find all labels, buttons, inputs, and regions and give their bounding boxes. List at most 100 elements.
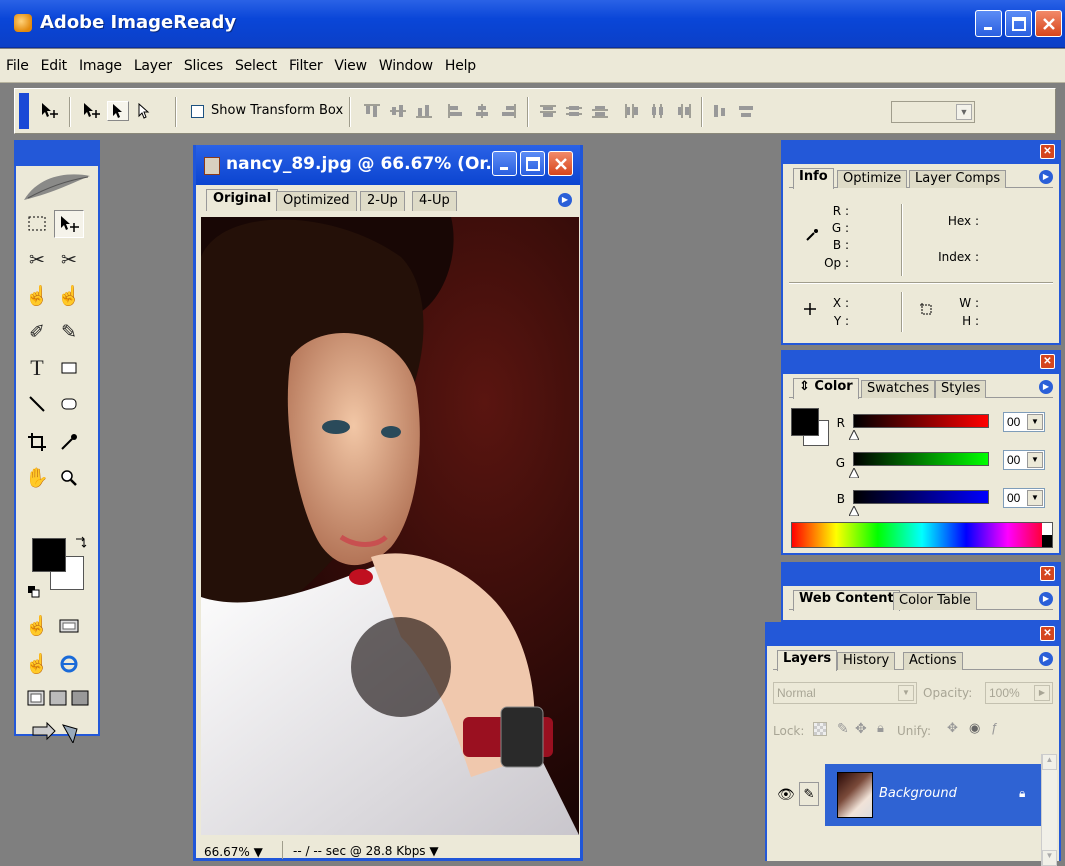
lock-transparency-icon[interactable] <box>813 722 827 736</box>
menu-select[interactable]: Select <box>235 58 277 74</box>
palette-menu-arrow-icon[interactable]: ▶ <box>1039 592 1053 606</box>
menu-window[interactable]: Window <box>379 58 433 74</box>
tab-2-up[interactable]: 2-Up <box>360 191 405 211</box>
document-title-bar[interactable]: nancy_89.jpg @ 66.67% (Or... <box>196 145 580 185</box>
tab-optimize[interactable]: Optimize <box>837 170 908 188</box>
brush-icon[interactable]: ✎ <box>54 318 84 346</box>
rectangle-marquee-icon[interactable] <box>22 210 52 238</box>
menu-image[interactable]: Image <box>79 58 122 74</box>
tab-info[interactable]: Info <box>793 168 834 189</box>
maximize-button[interactable] <box>1005 10 1032 37</box>
layers-scrollbar[interactable]: ▲ ▼ <box>1041 754 1057 866</box>
distribute-horizontal-center-icon[interactable] <box>649 103 667 119</box>
green-value-field[interactable]: 00 ▼ <box>1003 450 1045 470</box>
close-button[interactable] <box>1035 10 1062 37</box>
lock-all-icon[interactable]: 🔒︎ <box>877 720 884 736</box>
tab-history[interactable]: History <box>837 652 896 670</box>
doc-close-button[interactable] <box>548 151 573 176</box>
options-bar-grip[interactable] <box>19 93 29 129</box>
preview-in-browser-icon[interactable] <box>54 650 84 678</box>
palette-close-button[interactable]: ✕ <box>1040 144 1055 159</box>
chevron-down-icon[interactable]: ▼ <box>1027 490 1043 506</box>
distribute-bottom-icon[interactable] <box>591 103 609 119</box>
hand-icon[interactable]: ✋ <box>22 464 52 492</box>
screen-mode-icons[interactable] <box>20 684 98 712</box>
align-top-icon[interactable] <box>363 103 381 119</box>
color-spectrum-bar[interactable] <box>791 522 1053 548</box>
download-time-dropdown[interactable]: -- / -- sec @ 28.8 Kbps ▼ <box>282 841 449 859</box>
toggle-image-maps-icon[interactable] <box>54 612 84 640</box>
menu-edit[interactable]: Edit <box>41 58 68 74</box>
lock-paint-icon[interactable]: ✎ <box>837 720 849 737</box>
tab-styles[interactable]: Styles <box>935 380 987 398</box>
palette-close-button[interactable]: ✕ <box>1040 354 1055 369</box>
tab-layers[interactable]: Layers <box>777 650 838 671</box>
green-slider-thumb[interactable] <box>849 468 859 478</box>
zoom-icon[interactable] <box>54 464 84 492</box>
menu-layer[interactable]: Layer <box>134 58 172 74</box>
tab-swatches[interactable]: Swatches <box>861 380 936 398</box>
minimize-button[interactable] <box>975 10 1002 37</box>
selection-arrow-icon[interactable] <box>107 101 129 121</box>
distribute-left-icon[interactable] <box>623 103 641 119</box>
red-slider[interactable] <box>853 414 989 428</box>
slice-select-icon[interactable]: ☝ <box>22 282 52 310</box>
match-height-icon[interactable] <box>737 103 755 119</box>
chevron-down-icon[interactable]: ▼ <box>1027 414 1043 430</box>
red-value-field[interactable]: 00 ▼ <box>1003 412 1045 432</box>
layer-row-background[interactable]: 👁︎ ✎ Background 🔒︎ <box>773 764 1041 826</box>
unify-style-icon[interactable]: ƒ <box>991 720 998 735</box>
menu-file[interactable]: File <box>6 58 29 74</box>
tab-4-up[interactable]: 4-Up <box>412 191 457 211</box>
line-tool-icon[interactable] <box>22 390 52 418</box>
tool-preset-move-icon[interactable] <box>39 101 61 121</box>
lasso-icon[interactable]: ✂ <box>22 246 52 274</box>
magic-wand-icon[interactable]: ✂ <box>54 246 84 274</box>
align-vertical-center-icon[interactable] <box>389 103 407 119</box>
distribute-right-icon[interactable] <box>675 103 693 119</box>
palette-close-button[interactable]: ✕ <box>1040 566 1055 581</box>
show-transform-box-checkbox[interactable] <box>191 105 204 118</box>
menu-view[interactable]: View <box>334 58 367 74</box>
move-icon[interactable] <box>81 101 103 121</box>
foreground-color-box[interactable] <box>791 408 819 436</box>
distance-combo[interactable]: ▼ <box>891 101 975 123</box>
zoom-level-dropdown[interactable]: 66.67% ▼ <box>204 845 263 859</box>
palette-menu-arrow-icon[interactable]: ▶ <box>1039 170 1053 184</box>
blue-value-field[interactable]: 00 ▼ <box>1003 488 1045 508</box>
document-image-canvas[interactable] <box>201 217 579 835</box>
rounded-rectangle-icon[interactable] <box>54 390 84 418</box>
tab-color-table[interactable]: Color Table <box>893 592 977 610</box>
unify-position-icon[interactable]: ✥ <box>947 720 958 736</box>
eyedropper-icon[interactable] <box>54 428 84 456</box>
blue-slider-thumb[interactable] <box>849 506 859 516</box>
red-slider-thumb[interactable] <box>849 430 859 440</box>
match-width-icon[interactable] <box>711 103 729 119</box>
swap-colors-icon[interactable] <box>74 536 88 550</box>
menu-help[interactable]: Help <box>445 58 476 74</box>
palette-close-button[interactable]: ✕ <box>1040 626 1055 641</box>
green-slider[interactable] <box>853 452 989 466</box>
eraser-icon[interactable]: ✐ <box>22 318 52 346</box>
tab-optimized[interactable]: Optimized <box>276 191 357 211</box>
palette-menu-arrow-icon[interactable]: ▶ <box>1039 652 1053 666</box>
rectangle-shape-icon[interactable] <box>54 354 84 382</box>
menu-filter[interactable]: Filter <box>289 58 323 74</box>
doc-maximize-button[interactable] <box>520 151 545 176</box>
rollover-preview-icon[interactable]: ☝ <box>22 650 52 678</box>
lock-move-icon[interactable]: ✥ <box>855 720 867 737</box>
brush-link-icon[interactable]: ✎ <box>799 782 819 806</box>
foreground-color-swatch[interactable] <box>32 538 66 572</box>
type-tool-icon[interactable]: T <box>22 354 52 382</box>
distribute-top-icon[interactable] <box>539 103 557 119</box>
tab-web-content[interactable]: Web Content <box>793 590 900 611</box>
tab-color[interactable]: ⇕ Color <box>793 378 859 399</box>
eye-icon[interactable]: 👁︎ <box>777 786 795 803</box>
align-bottom-icon[interactable] <box>415 103 433 119</box>
doc-minimize-button[interactable] <box>492 151 517 176</box>
distribute-vertical-center-icon[interactable] <box>565 103 583 119</box>
unify-visibility-icon[interactable]: ◉ <box>969 720 980 736</box>
tab-layer-comps[interactable]: Layer Comps <box>909 170 1007 188</box>
crop-icon[interactable] <box>22 428 52 456</box>
opacity-field[interactable]: 100% ▶ <box>985 682 1053 704</box>
